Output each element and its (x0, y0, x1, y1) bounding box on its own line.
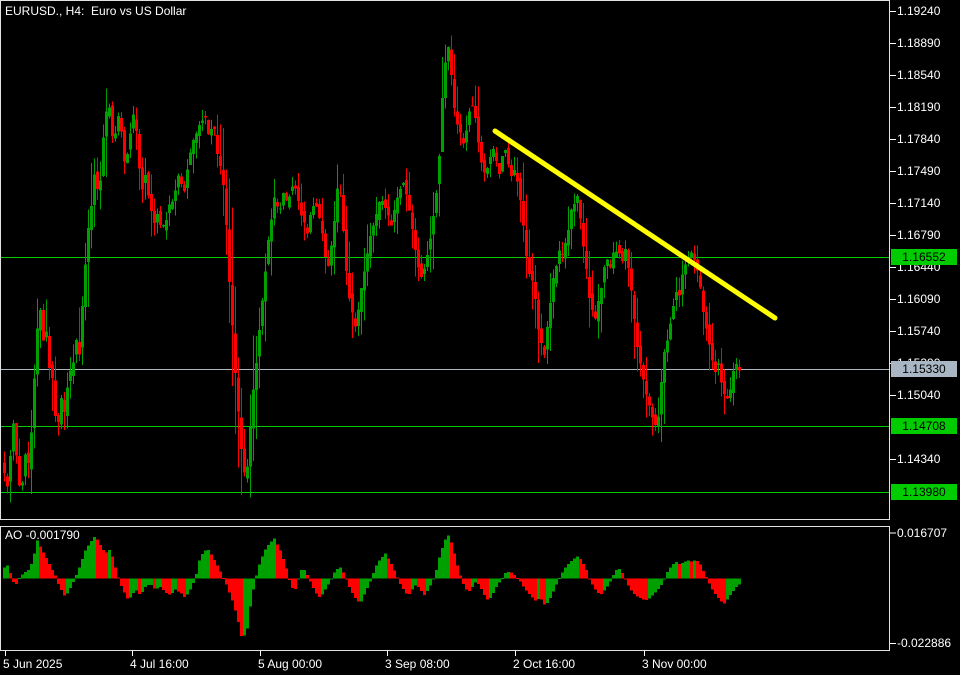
price-axis-label: 1.17140 (897, 196, 940, 211)
ao-axis-min-label: -0.022886 (897, 636, 951, 650)
time-axis-label: 2 Oct 16:00 (513, 657, 575, 671)
price-axis-label: 1.15040 (897, 388, 940, 403)
price-axis-label: 1.19240 (897, 4, 940, 19)
ao-indicator-panel[interactable] (0, 526, 890, 651)
level-price-badge: 1.16552 (891, 249, 957, 265)
price-chart-panel[interactable] (0, 0, 890, 520)
price-axis-label: 1.15740 (897, 324, 940, 339)
time-axis-label: 4 Jul 16:00 (130, 657, 189, 671)
chart-window: EURUSD., H4: Euro vs US Dollar AO -0.001… (0, 0, 960, 675)
time-axis-label: 5 Aug 00:00 (258, 657, 322, 671)
price-axis-label: 1.18890 (897, 36, 940, 51)
price-axis-label: 1.17490 (897, 164, 940, 179)
price-axis-label: 1.16790 (897, 228, 940, 243)
current-price-badge: 1.15330 (891, 361, 957, 377)
ao-indicator-label: AO -0.001790 (5, 528, 80, 542)
time-axis-label: 3 Nov 00:00 (642, 657, 707, 671)
time-axis-label: 3 Sep 08:00 (385, 657, 450, 671)
ao-axis-max-label: 0.016707 (897, 526, 947, 540)
price-axis-label: 1.17840 (897, 132, 940, 147)
chart-title: EURUSD., H4: Euro vs US Dollar (5, 4, 186, 18)
price-axis-label: 1.18540 (897, 68, 940, 83)
level-price-badge: 1.14708 (891, 418, 957, 434)
price-axis-label: 1.18190 (897, 100, 940, 115)
time-axis-label: 5 Jun 2025 (3, 657, 62, 671)
level-price-badge: 1.13980 (891, 484, 957, 500)
price-axis-label: 1.16090 (897, 292, 940, 307)
price-axis-label: 1.14340 (897, 452, 940, 467)
